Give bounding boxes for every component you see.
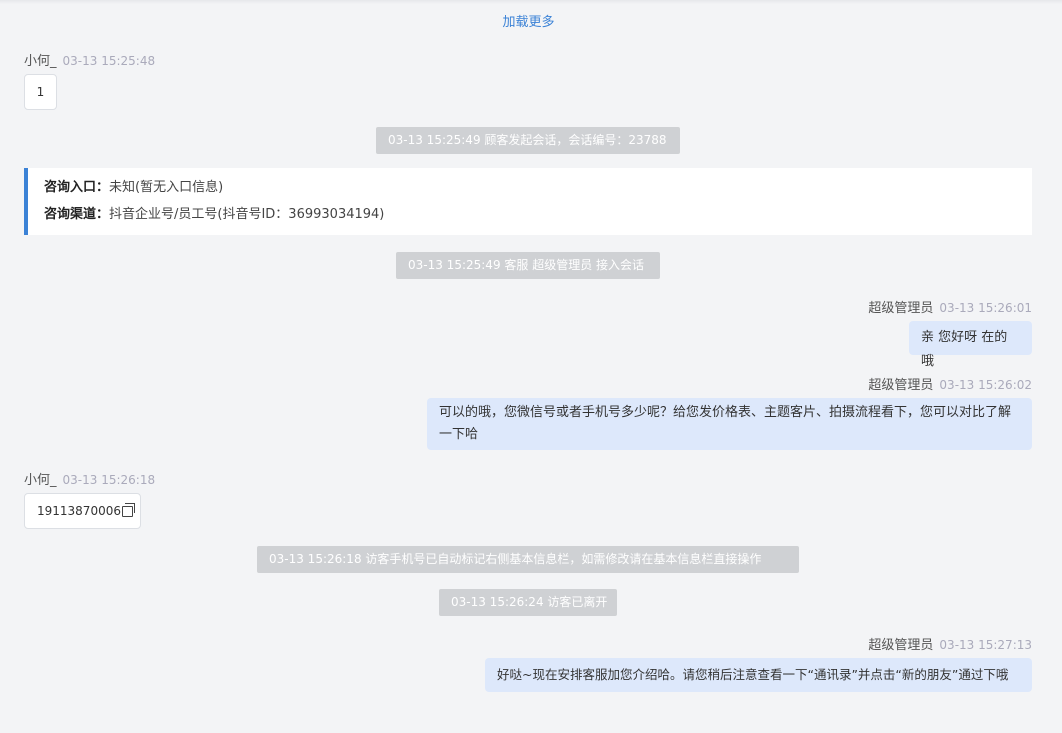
message-time: 03-13 15:27:13 xyxy=(939,638,1032,652)
message-meta: 超级管理员 03-13 15:26:02 xyxy=(868,374,1032,393)
system-notice: 03-13 15:25:49 顾客发起会话，会话编号：23788 xyxy=(376,127,680,154)
sender-name: 超级管理员 xyxy=(868,301,934,316)
message-text: 亲 您好呀 在的哦 xyxy=(921,330,1008,369)
message-time: 03-13 15:25:48 xyxy=(62,54,156,68)
sender-name: 小何_ xyxy=(24,473,57,488)
agent-message-bubble: 好哒~现在安排客服加您介绍哈。请您稍后注意查看一下“通讯录”并点击“新的朋友”通… xyxy=(485,658,1032,692)
sender-name: 超级管理员 xyxy=(868,378,934,393)
consult-channel-label: 咨询渠道： xyxy=(44,207,110,222)
consult-entry-row: 咨询入口：未知(暂无入口信息) xyxy=(44,178,1032,205)
message-text: 可以的哦，您微信号或者手机号多少呢？给您发价格表、主题客片、拍摄流程看下，您可以… xyxy=(439,405,1012,442)
customer-message-bubble: 1 xyxy=(24,74,57,110)
load-more-link[interactable]: 加载更多 xyxy=(0,11,1057,30)
consult-entry-value: 未知(暂无入口信息) xyxy=(109,180,224,195)
message-time: 03-13 15:26:02 xyxy=(939,378,1032,392)
consult-entry-label: 咨询入口： xyxy=(44,180,110,195)
system-notice: 03-13 15:26:24 访客已离开 xyxy=(439,589,617,616)
top-divider xyxy=(0,0,1062,4)
customer-message-bubble: 19113870006 xyxy=(24,493,141,529)
system-notice: 03-13 15:25:49 客服 超级管理员 接入会话 xyxy=(396,252,660,279)
message-text: 好哒~现在安排客服加您介绍哈。请您稍后注意查看一下“通讯录”并点击“新的朋友”通… xyxy=(497,667,1009,682)
agent-message-bubble: 可以的哦，您微信号或者手机号多少呢？给您发价格表、主题客片、拍摄流程看下，您可以… xyxy=(427,398,1032,450)
message-time: 03-13 15:26:18 xyxy=(62,473,156,487)
sender-name: 小何_ xyxy=(24,54,57,69)
copy-icon[interactable] xyxy=(121,502,135,517)
message-text: 1 xyxy=(36,85,45,99)
message-meta: 超级管理员 03-13 15:27:13 xyxy=(868,634,1032,653)
agent-message-bubble: 亲 您好呀 在的哦 xyxy=(909,321,1032,369)
consult-info-card: 咨询入口：未知(暂无入口信息) 咨询渠道：抖音企业号/员工号(抖音号ID：369… xyxy=(24,168,1032,235)
consult-channel-row: 咨询渠道：抖音企业号/员工号(抖音号ID：36993034194) xyxy=(44,205,1032,232)
consult-channel-value: 抖音企业号/员工号(抖音号ID：36993034194) xyxy=(109,207,385,222)
message-meta: 小何_ 03-13 15:26:18 xyxy=(24,469,155,488)
message-text: 19113870006 xyxy=(37,504,121,518)
message-time: 03-13 15:26:01 xyxy=(939,301,1032,315)
system-notice: 03-13 15:26:18 访客手机号已自动标记右侧基本信息栏，如需修改请在基… xyxy=(257,546,799,573)
message-meta: 小何_ 03-13 15:25:48 xyxy=(24,50,155,69)
sender-name: 超级管理员 xyxy=(868,638,934,653)
message-meta: 超级管理员 03-13 15:26:01 xyxy=(868,297,1032,316)
